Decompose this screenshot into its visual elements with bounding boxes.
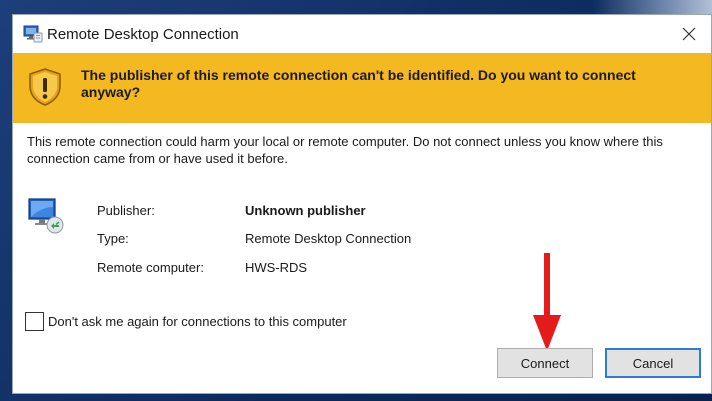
window-title: Remote Desktop Connection xyxy=(47,26,239,43)
shield-warning-icon xyxy=(29,68,61,106)
warning-banner: The publisher of this remote connection … xyxy=(13,53,711,123)
warning-message: The publisher of this remote connection … xyxy=(81,67,636,100)
remote-desktop-app-icon xyxy=(23,25,43,43)
dont-ask-again-label[interactable]: Don't ask me again for connections to th… xyxy=(48,314,347,329)
remote-desktop-dialog: Remote Desktop Connection The publisher … xyxy=(12,14,712,394)
type-label: Type: xyxy=(97,231,129,246)
publisher-value: Unknown publisher xyxy=(245,203,366,218)
close-button[interactable] xyxy=(667,15,711,53)
remote-desktop-monitor-icon xyxy=(28,198,64,234)
cancel-button[interactable]: Cancel xyxy=(605,348,701,378)
remote-computer-label: Remote computer: xyxy=(97,260,204,275)
title-bar: Remote Desktop Connection xyxy=(13,15,711,53)
close-icon xyxy=(682,27,696,41)
publisher-label: Publisher: xyxy=(97,203,155,218)
type-value: Remote Desktop Connection xyxy=(245,231,412,246)
dont-ask-again-checkbox[interactable] xyxy=(25,311,44,331)
remote-computer-value: HWS-RDS xyxy=(245,260,308,275)
red-arrow-icon xyxy=(533,253,561,351)
connect-button[interactable]: Connect xyxy=(497,348,593,378)
dont-ask-again-option[interactable]: Don't ask me again for connections to th… xyxy=(25,311,347,331)
security-description: This remote connection could harm your l… xyxy=(27,134,663,166)
